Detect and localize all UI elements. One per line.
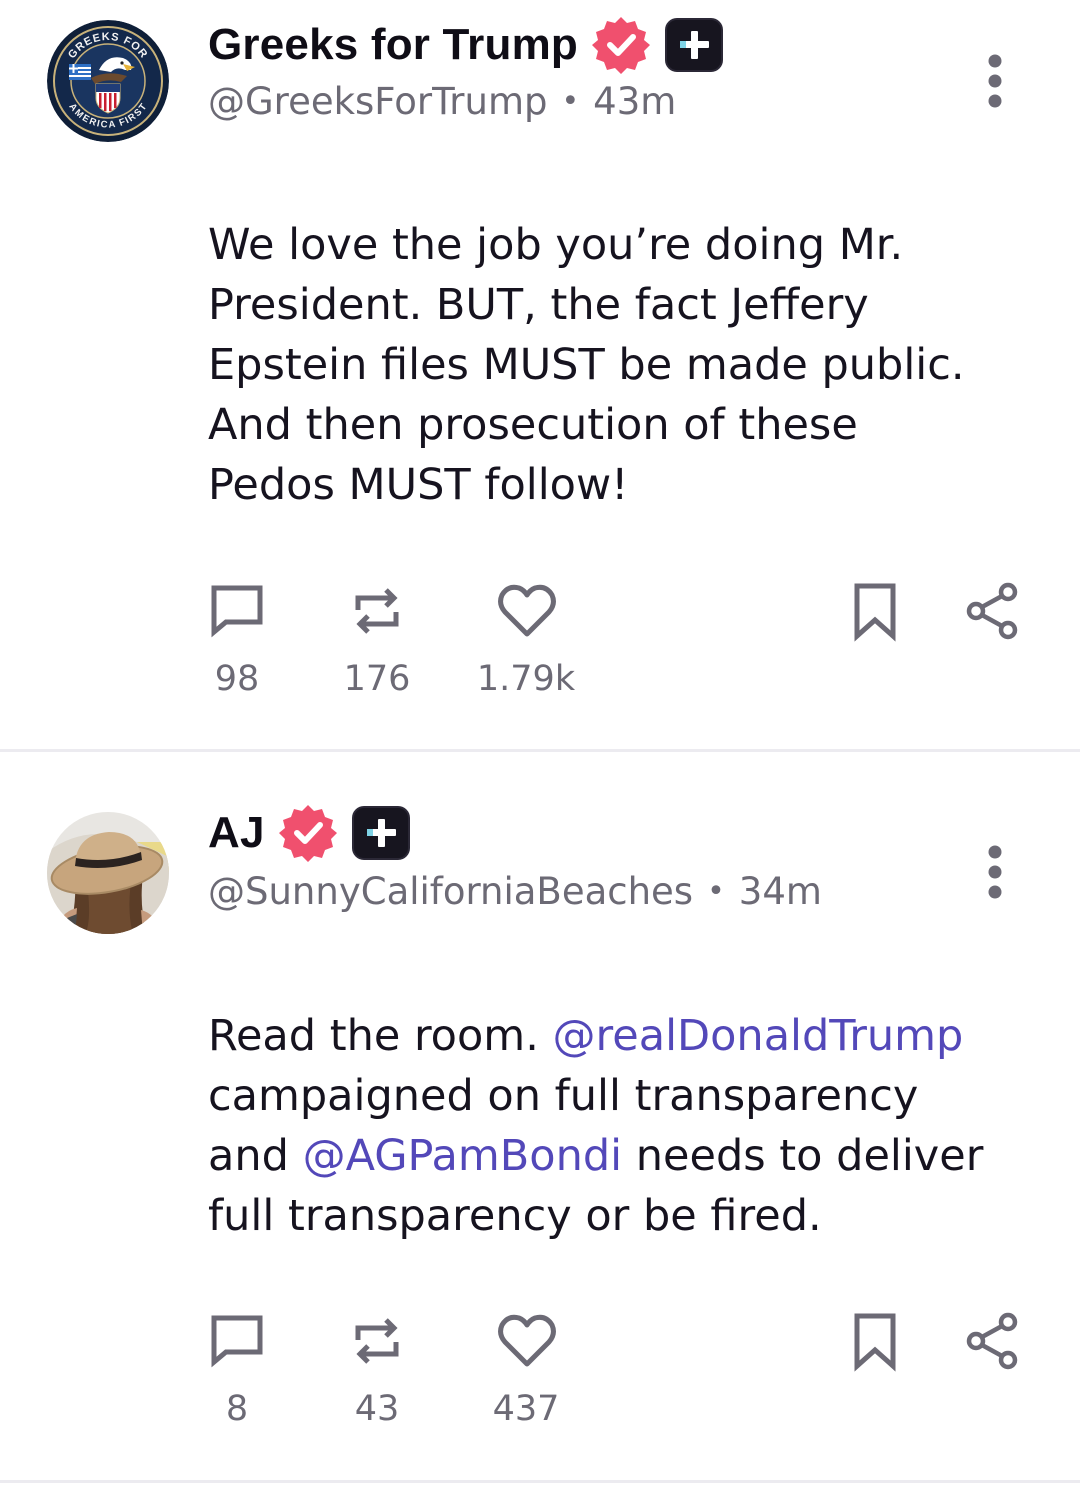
plus-badge-icon	[351, 806, 410, 860]
post: AJ @SunnyCaliforniaBeaches • 34m Read th…	[0, 752, 1080, 1481]
action-bar: 98 176 1.79k	[0, 580, 1080, 710]
timestamp[interactable]: 43m	[593, 80, 676, 124]
share-icon[interactable]	[962, 1310, 1024, 1372]
post-text: We love the job you’re doing Mr. Preside…	[208, 215, 1048, 515]
display-name[interactable]: Greeks for Trump	[208, 17, 578, 73]
reply-count: 98	[214, 659, 260, 699]
meta-row: @SunnyCaliforniaBeaches • 34m	[208, 870, 822, 914]
mention-link[interactable]: @realDonaldTrump	[553, 1011, 964, 1061]
display-name[interactable]: AJ	[208, 805, 265, 861]
post: GREEKS FOR AMERICA FIRST Greeks for Trum…	[0, 0, 1080, 750]
reply-count: 8	[225, 1389, 249, 1429]
comment-icon[interactable]	[206, 1310, 268, 1372]
like-count: 1.79k	[476, 659, 576, 699]
author-row: Greeks for Trump	[208, 14, 724, 76]
verified-badge-icon	[278, 805, 337, 862]
avatar[interactable]	[47, 812, 169, 934]
repost-icon[interactable]	[346, 580, 408, 642]
heart-icon[interactable]	[496, 1310, 558, 1372]
handle[interactable]: @GreeksForTrump	[208, 80, 547, 124]
timestamp[interactable]: 34m	[739, 870, 822, 914]
greeks-for-america-first-logo: GREEKS FOR AMERICA FIRST	[47, 20, 169, 142]
post-text: Read the room. @realDonaldTrump campaign…	[208, 1006, 1048, 1246]
action-bar: 8 43 437	[0, 1310, 1080, 1440]
post-divider	[0, 1480, 1080, 1483]
handle[interactable]: @SunnyCaliforniaBeaches	[208, 870, 693, 914]
post-text-segment: We love the job you’re doing Mr. Preside…	[208, 220, 965, 510]
bookmark-icon[interactable]	[844, 1310, 906, 1372]
meta-separator: •	[561, 84, 580, 119]
repost-icon[interactable]	[346, 1310, 408, 1372]
meta-separator: •	[707, 874, 725, 909]
more-vertical-icon[interactable]	[980, 844, 1010, 904]
author-row: AJ	[208, 802, 411, 864]
repost-count: 43	[354, 1389, 400, 1429]
repost-count: 176	[343, 659, 411, 699]
more-vertical-icon[interactable]	[980, 53, 1010, 113]
mention-link[interactable]: @AGPamBondi	[303, 1131, 623, 1181]
post-text-segment: Read the room.	[208, 1011, 553, 1061]
profile-photo	[47, 812, 169, 934]
meta-row: @GreeksForTrump • 43m	[208, 80, 676, 124]
plus-badge-icon	[664, 18, 723, 72]
heart-icon[interactable]	[496, 580, 558, 642]
share-icon[interactable]	[962, 580, 1024, 642]
avatar[interactable]: GREEKS FOR AMERICA FIRST	[47, 20, 169, 142]
like-count: 437	[492, 1389, 560, 1429]
comment-icon[interactable]	[206, 580, 268, 642]
bookmark-icon[interactable]	[844, 580, 906, 642]
verified-badge-icon	[591, 17, 650, 74]
